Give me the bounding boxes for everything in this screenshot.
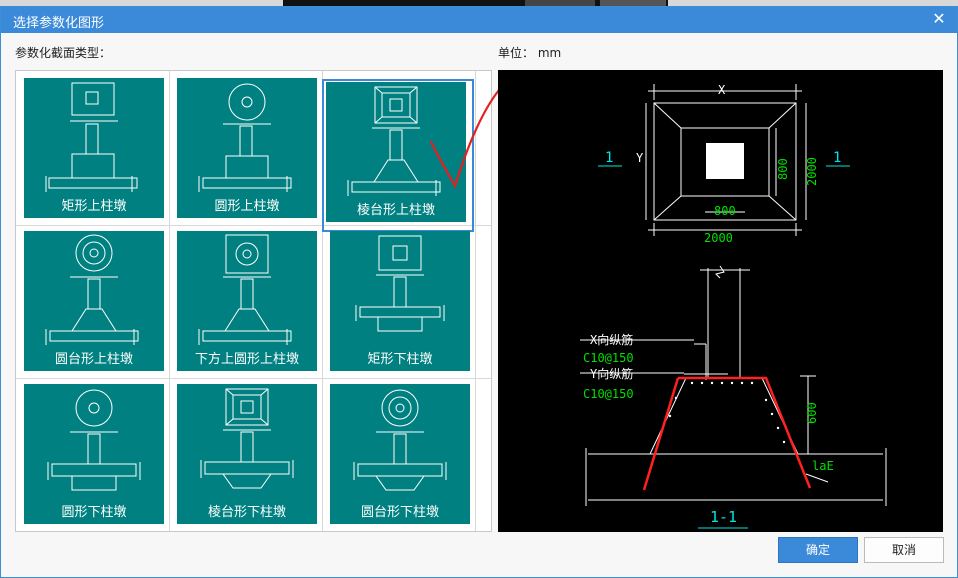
section-type-label: 参数化截面类型： [15,46,112,60]
dim-x-label: X [718,83,726,97]
shape-tile: 棱台形下柱墩 [177,384,317,524]
shape-caption: 矩形上柱墩 [61,199,127,214]
dim-2000-vertical: 2000 [805,157,819,186]
unit-label: 单位： mm [498,46,562,60]
rebar-right [678,376,812,489]
shape-tile: 圆形下柱墩 [24,384,164,524]
shape-caption: 棱台形上柱墩 [356,203,435,218]
section-mark-left: 1 [605,150,613,166]
section-mark-right: 1 [833,150,841,166]
shape-rect-lower-pier[interactable]: 矩形下柱墩 [324,226,476,379]
shape-tile: 矩形下柱墩 [330,231,470,371]
shape-caption: 矩形下柱墩 [367,352,433,367]
shape-square-base-round-top-pier[interactable]: 下方上圆形上柱墩 [171,226,323,379]
dim-800-horizontal: 800 [714,204,736,218]
shape-caption: 圆形上柱墩 [214,199,280,214]
shape-cone-lower-pier[interactable]: 圆台形下柱墩 [324,379,476,531]
section-view [585,265,887,506]
dialog-titlebar[interactable]: 选择参数化图形 ✕ [1,7,957,33]
dim-lae: laE [812,459,834,473]
shape-tile: 矩形上柱墩 [24,78,164,218]
close-icon[interactable]: ✕ [931,10,947,28]
cad-drawing: X Y 800 2000 800 2000 1 1 X向纵筋 C10@150 Y… [580,83,887,529]
shape-tile: 圆台形下柱墩 [330,384,470,524]
shape-tile: 下方上圆形上柱墩 [177,231,317,371]
shape-tile: 圆台形上柱墩 [24,231,164,371]
rebar-x-label: X向纵筋 [590,332,633,347]
rebar-left [642,377,680,491]
rebar-y-spec: C10@150 [583,387,634,401]
shape-caption: 圆台形下柱墩 [360,505,439,520]
shape-circle-lower-pier[interactable]: 圆形下柱墩 [18,379,170,531]
cancel-button[interactable]: 取消 [864,537,944,563]
section-title: 1-1 [710,508,737,526]
column-section-fill [706,143,744,179]
cad-preview: X Y 800 2000 800 2000 1 1 X向纵筋 C10@150 Y… [498,70,943,532]
shape-circle-upper-pier[interactable]: 圆形上柱墩 [171,73,323,226]
shape-rect-upper-pier[interactable]: 矩形上柱墩 [18,73,170,226]
dim-800-vertical: 800 [776,158,790,180]
shape-caption: 棱台形下柱墩 [207,505,286,520]
shape-grid: 矩形上柱墩 圆形上柱墩 棱台形上柱墩 圆台形上柱墩 下方上圆形上柱墩 矩形下柱墩… [15,70,492,532]
dim-2000-horizontal: 2000 [704,231,733,245]
handwritten-checkmark-icon [429,88,501,189]
shape-caption: 圆形下柱墩 [61,505,127,520]
shape-frustum-lower-pier[interactable]: 棱台形下柱墩 [171,379,323,531]
rebar-x-spec: C10@150 [583,351,634,365]
shape-cone-upper-pier[interactable]: 圆台形上柱墩 [18,226,170,379]
shape-tile: 圆形上柱墩 [177,78,317,218]
ok-button[interactable]: 确定 [778,537,858,563]
rebar-y-label: Y向纵筋 [590,366,633,381]
dim-y-label: Y [636,151,644,165]
dialog-title: 选择参数化图形 [13,16,105,31]
shape-caption: 下方上圆形上柱墩 [194,352,299,367]
shape-caption: 圆台形上柱墩 [54,352,133,367]
dim-600: 600 [805,402,819,424]
